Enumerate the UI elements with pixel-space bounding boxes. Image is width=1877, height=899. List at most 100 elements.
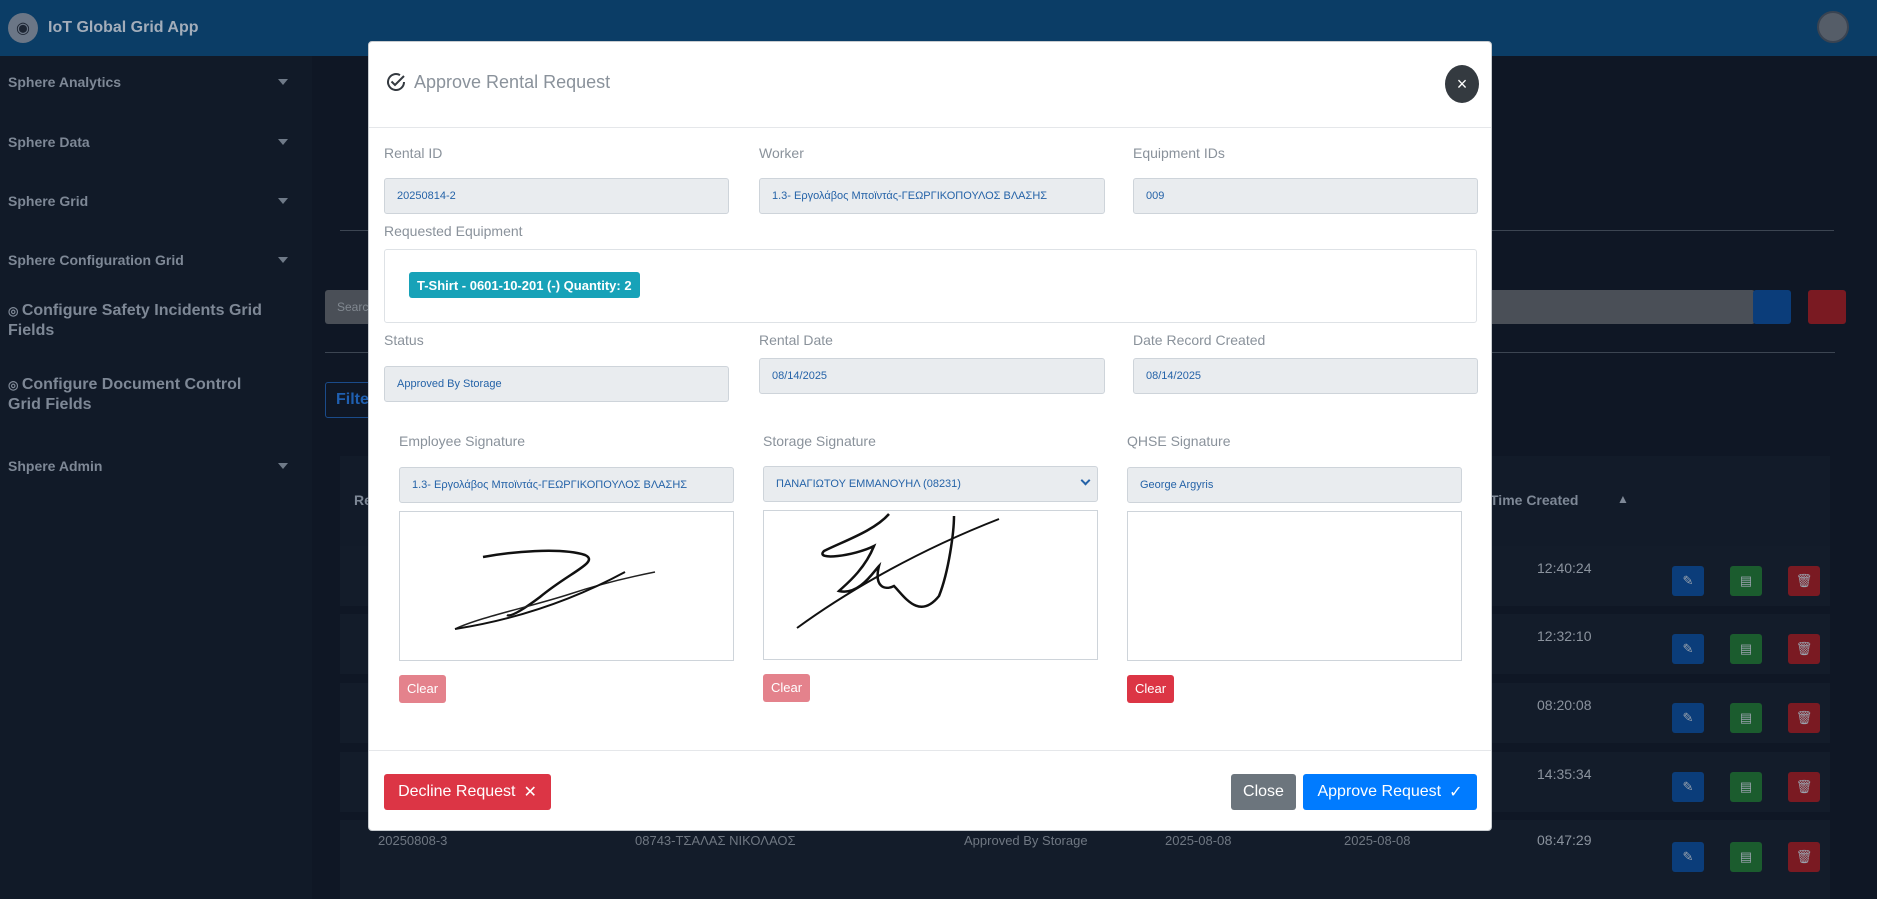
qhse-signature-field[interactable]: George Argyris: [1127, 467, 1462, 503]
check-circle-icon: [387, 73, 406, 91]
sidebar-item-label: Configure Safety Incidents Grid Fields: [8, 302, 262, 339]
sidebar: Sphere Analytics Sphere Data Sphere Grid…: [0, 56, 312, 899]
document-icon[interactable]: ▤: [1730, 772, 1762, 802]
decline-request-button[interactable]: Decline Request ✕: [384, 774, 551, 810]
status-label: Status: [384, 332, 424, 348]
storage-signature-label: Storage Signature: [763, 433, 876, 449]
edit-icon[interactable]: ✎: [1672, 703, 1704, 733]
approve-request-button[interactable]: Approve Request ✓: [1303, 774, 1477, 810]
document-icon[interactable]: ▤: [1730, 842, 1762, 872]
requested-equipment-box: T-Shirt - 0601-10-201 (-) Quantity: 2: [384, 249, 1477, 323]
row-time: 12:40:24: [1537, 560, 1592, 576]
approve-rental-modal: Approve Rental Request × Rental ID 20250…: [368, 41, 1492, 831]
edit-icon[interactable]: ✎: [1672, 772, 1704, 802]
sidebar-item-configure-safety[interactable]: ◎ Configure Safety Incidents Grid Fields: [8, 301, 278, 341]
app-title[interactable]: IoT Global Grid App: [48, 19, 199, 37]
modal-title: Approve Rental Request: [384, 70, 610, 94]
row-time: 14:35:34: [1537, 766, 1592, 782]
trash-icon[interactable]: 🗑: [1788, 634, 1820, 664]
edit-icon[interactable]: ✎: [1672, 566, 1704, 596]
sort-indicator-icon[interactable]: ▲: [1617, 492, 1629, 506]
equipment-badge: T-Shirt - 0601-10-201 (-) Quantity: 2: [409, 272, 640, 298]
sidebar-item-sphere-analytics[interactable]: Sphere Analytics: [8, 74, 288, 90]
sidebar-item-sphere-data[interactable]: Sphere Data: [8, 134, 288, 150]
row-time: 08:20:08: [1537, 697, 1592, 713]
sidebar-item-sphere-configuration-grid[interactable]: Sphere Configuration Grid: [8, 252, 288, 268]
caret-down-icon: [278, 257, 288, 263]
delete-filter-button[interactable]: [1808, 290, 1846, 324]
storage-signature-value: ΠΑΝΑΓΙΩΤΟΥ ΕΜΜΑΝΟΥΗΛ (08231): [776, 478, 961, 490]
employee-signature-drawing: [454, 549, 656, 630]
sidebar-item-label: Sphere Data: [8, 134, 90, 150]
eye-icon: ◎: [8, 378, 22, 392]
caret-down-icon: [278, 198, 288, 204]
grid-header-time-created[interactable]: Time Created: [1490, 492, 1578, 508]
status-field[interactable]: Approved By Storage: [384, 366, 729, 402]
document-icon[interactable]: ▤: [1730, 566, 1762, 596]
edit-icon[interactable]: ✎: [1672, 634, 1704, 664]
document-icon[interactable]: ▤: [1730, 703, 1762, 733]
sidebar-item-label: Sphere Analytics: [8, 74, 122, 90]
rental-id-field[interactable]: 20250814-2: [384, 178, 729, 214]
approve-label: Approve Request: [1317, 783, 1442, 800]
employee-signature-pad[interactable]: [399, 511, 734, 661]
close-button[interactable]: Close: [1231, 774, 1296, 810]
globe-icon[interactable]: ◉: [8, 13, 38, 43]
eye-icon: ◎: [8, 304, 22, 318]
equipment-ids-label: Equipment IDs: [1133, 145, 1225, 161]
date-created-label: Date Record Created: [1133, 332, 1266, 348]
sidebar-item-sphere-grid[interactable]: Sphere Grid: [8, 193, 288, 209]
modal-header: Approve Rental Request ×: [369, 42, 1491, 128]
rental-date-field[interactable]: 08/14/2025: [759, 358, 1105, 394]
worker-field[interactable]: 1.3- Εργολάβος Μποϊντάς-ΓΕΩΡΓΙΚΟΠΟΥΛΟΣ Β…: [759, 178, 1105, 214]
sidebar-item-label: Configure Document Control Grid Fields: [8, 376, 242, 413]
qhse-signature-pad[interactable]: [1127, 511, 1462, 661]
trash-icon[interactable]: 🗑: [1788, 566, 1820, 596]
trash-icon[interactable]: 🗑: [1788, 703, 1820, 733]
rental-date-label: Rental Date: [759, 332, 833, 348]
requested-equipment-label: Requested Equipment: [384, 223, 523, 239]
sidebar-item-configure-document[interactable]: ◎ Configure Document Control Grid Fields: [8, 375, 278, 415]
row-time: 08:47:29: [1537, 832, 1592, 848]
sidebar-item-label: Shpere Admin: [8, 458, 103, 474]
date-created-field[interactable]: 08/14/2025: [1133, 358, 1478, 394]
document-icon[interactable]: ▤: [1730, 634, 1762, 664]
employee-signature-label: Employee Signature: [399, 433, 526, 449]
trash-icon[interactable]: 🗑: [1788, 772, 1820, 802]
check-icon: ✓: [1449, 784, 1463, 801]
avatar[interactable]: [1817, 11, 1849, 43]
table-row: 20250808-3 08743-ΤΣΑΛΑΣ ΝΙΚΟΛΑΟΣ Approve…: [340, 820, 1830, 899]
employee-clear-button[interactable]: Clear: [399, 675, 447, 703]
storage-signature-pad[interactable]: [763, 510, 1098, 660]
trash-icon[interactable]: 🗑: [1788, 842, 1820, 872]
equipment-ids-field[interactable]: 009: [1133, 178, 1478, 214]
modal-title-text: Approve Rental Request: [414, 71, 611, 92]
rental-id-label: Rental ID: [384, 145, 443, 161]
edit-icon[interactable]: ✎: [1672, 842, 1704, 872]
modal-footer: Decline Request ✕ Close Approve Request ✓: [369, 750, 1491, 830]
caret-down-icon: [278, 463, 288, 469]
row-status: Approved By Storage: [964, 833, 1088, 848]
storage-signature-select[interactable]: ΠΑΝΑΓΙΩΤΟΥ ΕΜΜΑΝΟΥΗΛ (08231): [763, 466, 1098, 502]
row-date: 2025-08-08: [1165, 833, 1232, 848]
storage-signature-drawing: [796, 513, 1000, 629]
row-date: 2025-08-08: [1344, 833, 1411, 848]
row-id: 20250808-3: [378, 833, 448, 848]
close-label: Close: [1243, 783, 1284, 800]
row-worker: 08743-ΤΣΑΛΑΣ ΝΙΚΟΛΑΟΣ: [635, 833, 796, 848]
caret-down-icon: [278, 79, 288, 85]
sidebar-item-label: Sphere Grid: [8, 193, 89, 209]
chevron-down-icon: [1080, 475, 1091, 486]
caret-down-icon: [278, 139, 288, 145]
sidebar-item-admin[interactable]: Shpere Admin: [8, 458, 288, 474]
storage-clear-button[interactable]: Clear: [763, 674, 811, 702]
search-button[interactable]: [1753, 290, 1791, 324]
employee-signature-field[interactable]: 1.3- Εργολάβος Μποϊντάς-ΓΕΩΡΓΙΚΟΠΟΥΛΟΣ Β…: [399, 467, 734, 503]
worker-label: Worker: [759, 145, 804, 161]
x-icon: ✕: [523, 784, 537, 801]
close-icon[interactable]: ×: [1445, 65, 1479, 103]
qhse-signature-label: QHSE Signature: [1127, 433, 1231, 449]
qhse-clear-button[interactable]: Clear: [1127, 675, 1175, 703]
decline-label: Decline Request: [398, 783, 516, 800]
row-time: 12:32:10: [1537, 628, 1592, 644]
